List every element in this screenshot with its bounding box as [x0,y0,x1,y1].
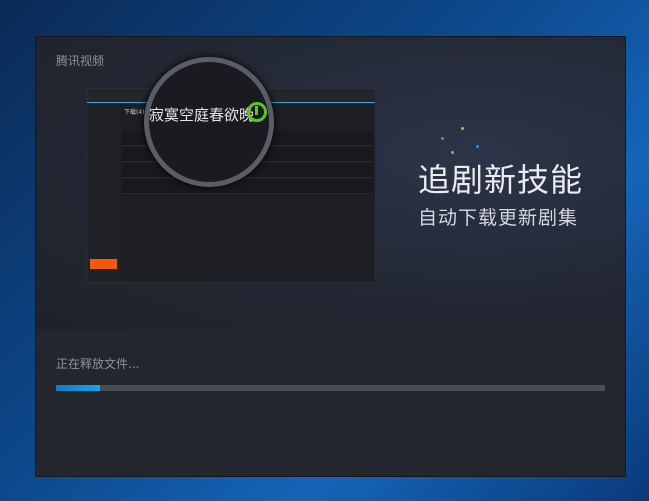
promo-banner: 腾讯视频 下载(4) 寂寞空庭春欲晚 追剧新技能 自动下载更新剧集 [36,37,625,330]
installer-window: 腾讯视频 下载(4) 寂寞空庭春欲晚 追剧新技能 自动下载更新剧集 正在释放文件… [36,37,625,476]
preview-sidebar [87,104,120,282]
magnified-title: 寂寞空庭春欲晚 [149,106,255,124]
install-progress-bar [56,385,605,391]
magnifier: 寂寞空庭春欲晚 [144,57,274,187]
window-title: 腾讯视频 [56,54,105,68]
install-status: 正在释放文件... [56,357,140,371]
download-icon [247,102,267,122]
headline: 追剧新技能 [418,161,584,199]
subheadline: 自动下载更新剧集 [418,207,579,229]
preview-header: 下载(4) [124,109,145,116]
decorative-dots [431,117,491,157]
progress-fill [56,385,100,391]
